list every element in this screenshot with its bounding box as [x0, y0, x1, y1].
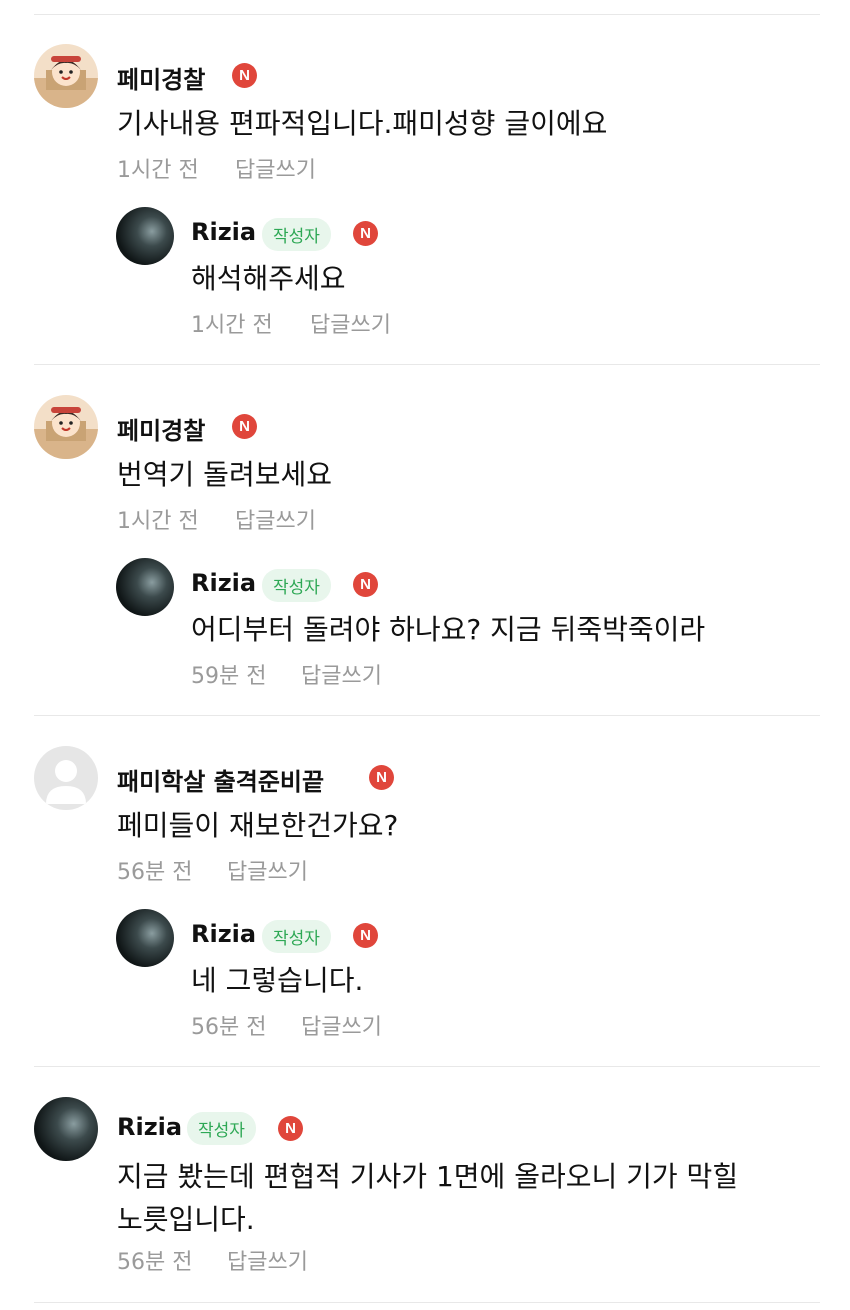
reply-button[interactable]: 답글쓰기 — [235, 503, 316, 535]
reply-text: 어디부터 돌려야 하나요? 지금 뒤죽박죽이라 — [191, 613, 706, 646]
comment-text-line-1: 지금 봤는데 편협적 기사가 1면에 올라오니 기가 막힐 — [117, 1160, 739, 1193]
reply-button[interactable]: 답글쓰기 — [301, 658, 382, 690]
reply-text: 해석해주세요 — [191, 262, 346, 295]
comment-time: 56분 전 — [117, 1250, 193, 1275]
comment-text: 기사내용 편파적입니다.패미성향 글이에요 — [117, 107, 608, 140]
reply-author-name[interactable]: Rizia — [191, 920, 256, 948]
divider — [34, 14, 820, 15]
divider — [34, 364, 820, 365]
comment-time: 1시간 전 — [117, 158, 199, 183]
new-badge-icon: N — [232, 63, 257, 88]
default-user-icon — [46, 760, 86, 804]
comment-text: 페미들이 재보한건가요? — [117, 809, 399, 842]
comment-time: 56분 전 — [117, 860, 193, 885]
new-badge-icon: N — [232, 414, 257, 439]
reply-button[interactable]: 답글쓰기 — [310, 307, 391, 339]
author-badge: 작성자 — [262, 569, 331, 602]
divider — [34, 715, 820, 716]
comment-author-name[interactable]: 페미경찰 — [117, 411, 205, 446]
reply-author-name[interactable]: Rizia — [191, 569, 256, 597]
new-badge-icon: N — [353, 221, 378, 246]
photo-avatar[interactable] — [116, 558, 174, 616]
comment-text-line-2: 노릇입니다. — [117, 1203, 255, 1236]
new-badge-icon: N — [353, 572, 378, 597]
author-badge: 작성자 — [262, 920, 331, 953]
cartoon-user-avatar-icon — [34, 56, 98, 108]
photo-avatar[interactable] — [34, 1097, 98, 1161]
author-badge: 작성자 — [262, 218, 331, 251]
reply-button[interactable]: 답글쓰기 — [235, 152, 316, 184]
reply-time: 56분 전 — [191, 1015, 267, 1040]
cartoon-user-avatar[interactable] — [34, 44, 98, 108]
photo-avatar[interactable] — [116, 909, 174, 967]
cartoon-user-avatar[interactable] — [34, 395, 98, 459]
new-badge-icon: N — [278, 1116, 303, 1141]
author-badge: 작성자 — [187, 1112, 256, 1145]
reply-button[interactable]: 답글쓰기 — [301, 1009, 382, 1041]
reply-author-name[interactable]: Rizia — [191, 218, 256, 246]
comment-author-name[interactable]: Rizia — [117, 1113, 182, 1141]
comment-author-name[interactable]: 패미학살 출격준비끝 — [117, 762, 324, 797]
reply-time: 1시간 전 — [191, 313, 273, 338]
new-badge-icon: N — [353, 923, 378, 948]
reply-time: 59분 전 — [191, 664, 267, 689]
comment-text: 번역기 돌려보세요 — [117, 458, 332, 491]
divider — [34, 1066, 820, 1067]
reply-button[interactable]: 답글쓰기 — [227, 1244, 308, 1276]
default-user-avatar[interactable] — [34, 746, 98, 810]
photo-avatar[interactable] — [116, 207, 174, 265]
new-badge-icon: N — [369, 765, 394, 790]
reply-button[interactable]: 답글쓰기 — [227, 854, 308, 886]
reply-text: 네 그렇습니다. — [191, 964, 364, 997]
comment-time: 1시간 전 — [117, 509, 199, 534]
divider — [34, 1302, 820, 1303]
cartoon-user-avatar-icon — [34, 407, 98, 459]
comment-author-name[interactable]: 페미경찰 — [117, 60, 205, 95]
